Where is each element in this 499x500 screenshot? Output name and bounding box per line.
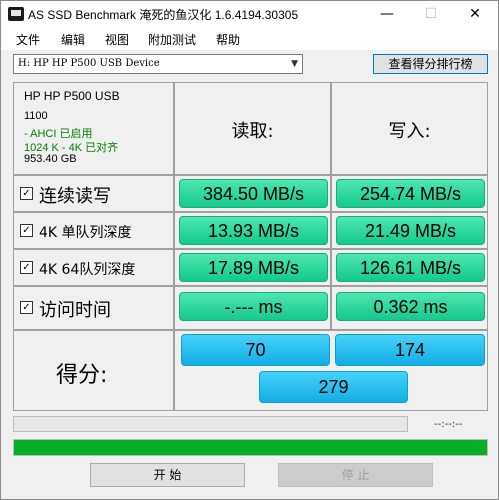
access-read-value: -.--- ms — [179, 292, 328, 321]
maximize-button[interactable]: ☐ — [409, 1, 453, 28]
write-header: 写入: — [388, 121, 431, 142]
chevron-down-icon: ▼ — [291, 59, 298, 69]
device-select[interactable]: H: HP HP P500 USB Device ▼ — [13, 54, 303, 74]
access-write-cell: 0.362 ms — [331, 286, 488, 330]
device-name: HP HP P500 USB — [24, 89, 120, 103]
menu-file[interactable]: 文件 — [16, 31, 40, 48]
score-read: 70 — [181, 334, 330, 366]
test-progress-bar — [13, 416, 408, 432]
device-select-value: H: HP HP P500 USB Device — [18, 58, 160, 69]
4k64-read-value: 17.89 MB/s — [179, 253, 328, 282]
score-label-box: 得分: — [13, 330, 174, 411]
write-header-box: 写入: — [331, 82, 488, 175]
device-info-panel: HP HP P500 USB 1100 - AHCI 已启用 1024 K - … — [13, 82, 174, 175]
score-write: 174 — [335, 334, 485, 366]
app-icon — [8, 7, 24, 21]
row-access-label: ✓ 访问时间 — [13, 286, 174, 330]
access-read-cell: -.--- ms — [174, 286, 331, 330]
access-write-value: 0.362 ms — [336, 292, 485, 321]
menu-view[interactable]: 视图 — [105, 31, 129, 48]
menu-bar: 文件 编辑 视图 附加测试 帮助 — [1, 28, 498, 50]
read-header: 读取: — [231, 121, 274, 142]
4k64-write-value: 126.61 MB/s — [336, 253, 485, 282]
overall-progress-fill — [14, 440, 487, 455]
4k-read-cell: 13.93 MB/s — [174, 212, 331, 249]
seq-write-value: 254.74 MB/s — [336, 179, 485, 208]
4k-read-value: 13.93 MB/s — [179, 216, 328, 245]
elapsed-time: --:--:-- — [434, 419, 463, 430]
4k-write-cell: 21.49 MB/s — [331, 212, 488, 249]
read-header-box: 读取: — [174, 82, 331, 175]
menu-extra-tests[interactable]: 附加测试 — [148, 31, 196, 48]
score-total: 279 — [259, 371, 408, 403]
4k-label: 4K 单队列深度 — [39, 225, 132, 241]
access-checkbox[interactable]: ✓ — [20, 301, 33, 314]
start-button[interactable]: 开 始 — [90, 463, 245, 487]
window-title: AS SSD Benchmark 淹死的鱼汉化 1.6.4194.30305 — [28, 8, 299, 22]
score-area: 70 174 279 — [174, 330, 488, 411]
rank-button[interactable]: 查看得分排行榜 — [373, 54, 488, 74]
score-label: 得分: — [56, 363, 108, 388]
title-bar[interactable]: AS SSD Benchmark 淹死的鱼汉化 1.6.4194.30305 —… — [1, 1, 498, 28]
seq-checkbox[interactable]: ✓ — [20, 187, 33, 200]
seq-label: 连续读写 — [39, 186, 111, 207]
stop-button[interactable]: 停 止 — [278, 463, 433, 487]
overall-progress-bar — [13, 439, 488, 456]
menu-help[interactable]: 帮助 — [216, 31, 240, 48]
seq-read-value: 384.50 MB/s — [179, 179, 328, 208]
menu-edit[interactable]: 编辑 — [61, 31, 85, 48]
app-window: AS SSD Benchmark 淹死的鱼汉化 1.6.4194.30305 —… — [0, 0, 499, 500]
row-4k-label: ✓ 4K 单队列深度 — [13, 212, 174, 249]
row-4k64-label: ✓ 4K 64队列深度 — [13, 249, 174, 286]
4k-checkbox[interactable]: ✓ — [20, 224, 33, 237]
device-firmware: 1100 — [24, 110, 48, 122]
row-seq-label: ✓ 连续读写 — [13, 175, 174, 212]
minimize-button[interactable]: — — [365, 1, 409, 28]
access-label: 访问时间 — [39, 300, 111, 321]
4k64-read-cell: 17.89 MB/s — [174, 249, 331, 286]
device-size: 953.40 GB — [24, 153, 77, 165]
4k64-checkbox[interactable]: ✓ — [20, 261, 33, 274]
4k64-label: 4K 64队列深度 — [39, 262, 136, 278]
seq-read-cell: 384.50 MB/s — [174, 175, 331, 212]
4k-write-value: 21.49 MB/s — [336, 216, 485, 245]
seq-write-cell: 254.74 MB/s — [331, 175, 488, 212]
4k64-write-cell: 126.61 MB/s — [331, 249, 488, 286]
close-button[interactable]: ✕ — [453, 1, 497, 28]
